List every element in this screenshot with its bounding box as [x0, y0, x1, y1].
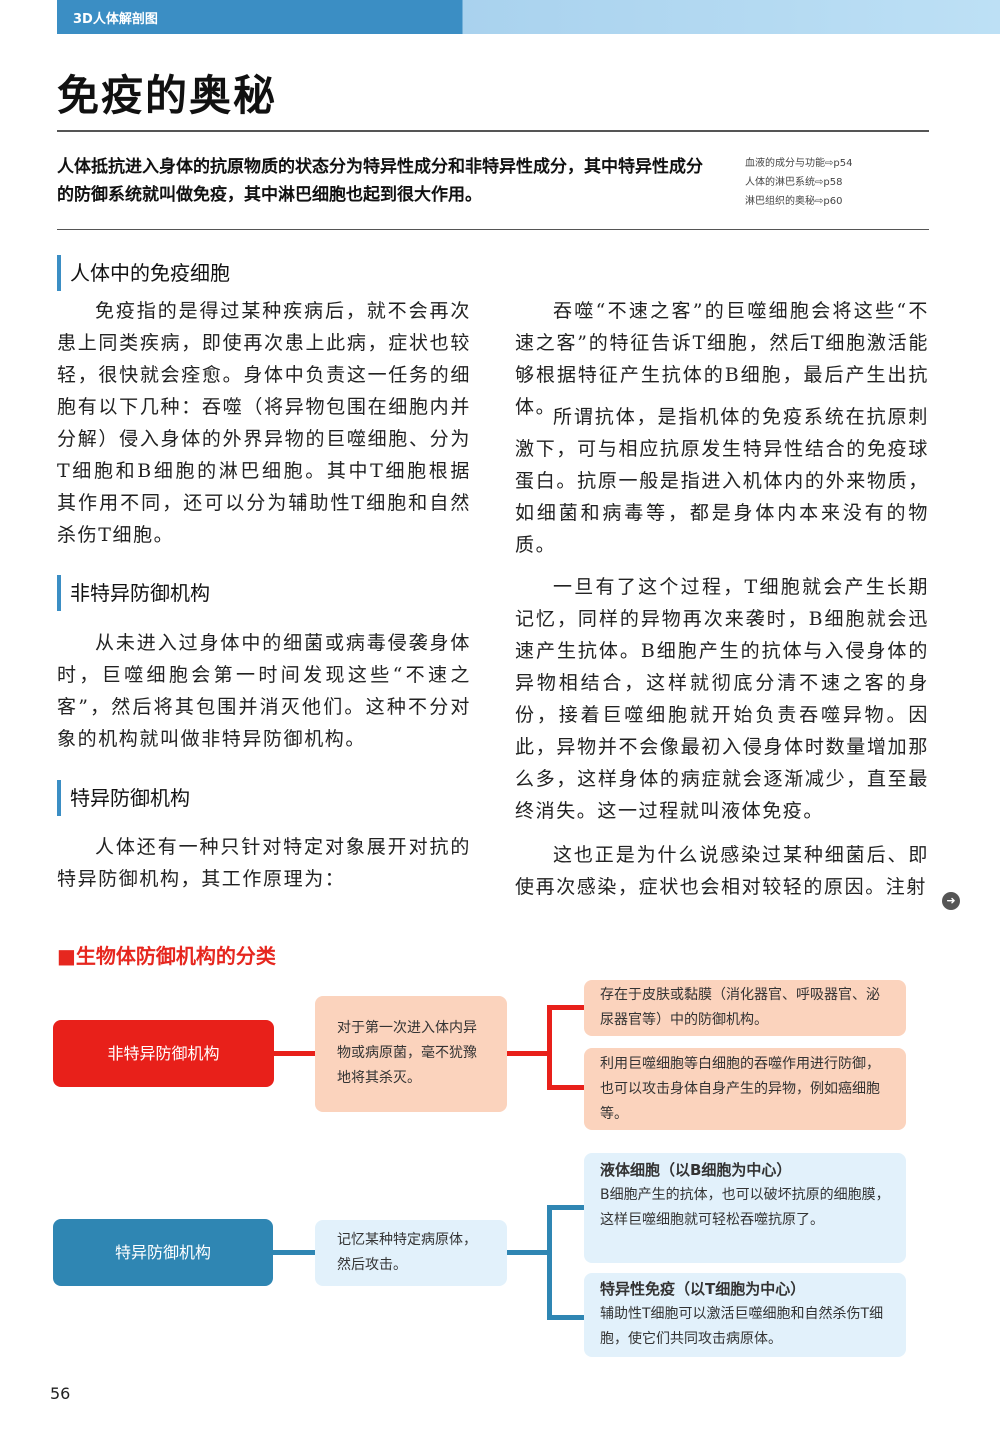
- page-number: 56: [50, 1384, 71, 1403]
- item-title: 特异性免疫（以T细胞为中心）: [600, 1280, 806, 1298]
- ref-link[interactable]: 人体的淋巴系统⇨p58: [745, 173, 852, 192]
- intro-text: 人体抵抗进入身体的抗原物质的状态分为特异性成分和非特异性成分，其中特异性成分的防…: [57, 157, 703, 205]
- paragraph: 一旦有了这个过程，T细胞就会产生长期记忆，同样的异物再次来袭时，B细胞就会迅速产…: [515, 576, 929, 822]
- section-heading: 特异防御机构: [57, 780, 190, 816]
- nonspecific-item: 存在于皮肤或黏膜（消化器官、呼吸器官、泌尿器官等）中的防御机构。: [584, 980, 906, 1036]
- series-label: 3D人体解剖图: [73, 12, 158, 27]
- specific-desc: 记忆某种特定病原体，然后攻击。: [315, 1220, 507, 1286]
- connector: [507, 1051, 549, 1056]
- connector: [547, 1205, 552, 1320]
- specific-item: 特异性免疫（以T细胞为中心） 辅助性T细胞可以激活巨噬细胞和自然杀伤T细胞，使它…: [584, 1273, 906, 1357]
- specific-box: 特异防御机构: [53, 1219, 273, 1286]
- section-heading: 非特异防御机构: [57, 575, 210, 611]
- connector: [507, 1250, 549, 1255]
- paragraph: 所谓抗体，是指机体的免疫系统在抗原刺激下，可与相应抗原发生特异性结合的免疫球蛋白…: [515, 406, 929, 556]
- nonspecific-desc: 对于第一次进入体内异物或病原菌，毫不犹豫地将其杀灭。: [315, 996, 507, 1112]
- diagram-title: ■生物体防御机构的分类: [57, 944, 276, 968]
- paragraph: 人体还有一种只针对特定对象展开对抗的特异防御机构，其工作原理为：: [57, 836, 471, 890]
- ref-link[interactable]: 淋巴组织的奥秘⇨p60: [745, 192, 852, 211]
- divider: [57, 130, 929, 132]
- connector: [547, 1315, 585, 1320]
- nonspecific-box: 非特异防御机构: [53, 1020, 274, 1087]
- divider: [57, 229, 929, 230]
- specific-item: 液体细胞（以B细胞为中心） B细胞产生的抗体，也可以破坏抗原的细胞膜，这样巨噬细…: [584, 1153, 906, 1263]
- connector: [547, 1205, 585, 1210]
- connector: [547, 1085, 585, 1090]
- section-heading: 人体中的免疫细胞: [57, 255, 230, 291]
- connector: [274, 1051, 316, 1056]
- nonspecific-item: 利用巨噬细胞等白细胞的吞噬作用进行防御，也可以攻击身体自身产生的异物，例如癌细胞…: [584, 1048, 906, 1130]
- paragraph: 这也正是为什么说感染过某种细菌后、即使再次感染，症状也会相对较轻的原因。注射: [515, 844, 929, 898]
- connector: [547, 1005, 552, 1090]
- item-text: 辅助性T细胞可以激活巨噬细胞和自然杀伤T细胞，使它们共同攻击病原体。: [600, 1306, 884, 1347]
- connector: [547, 1005, 585, 1010]
- ref-link[interactable]: 血液的成分与功能⇨p54: [745, 154, 852, 173]
- item-text: B细胞产生的抗体，也可以破坏抗原的细胞膜，这样巨噬细胞就可轻松吞噬抗原了。: [600, 1187, 890, 1228]
- paragraph: 免疫指的是得过某种疾病后，就不会再次患上同类疾病，即使再次患上此病，症状也较轻，…: [57, 300, 471, 546]
- paragraph: 从未进入过身体中的细菌或病毒侵袭身体时，巨噬细胞会第一时间发现这些“不速之客”，…: [57, 632, 471, 750]
- page-title: 免疫的奥秘: [57, 71, 278, 120]
- continue-arrow-icon: ➜: [942, 892, 960, 910]
- series-banner: 3D人体解剖图: [57, 0, 1000, 34]
- cross-references: 血液的成分与功能⇨p54 人体的淋巴系统⇨p58 淋巴组织的奥秘⇨p60: [745, 154, 852, 211]
- item-title: 液体细胞（以B细胞为中心）: [600, 1161, 792, 1179]
- connector: [273, 1250, 315, 1255]
